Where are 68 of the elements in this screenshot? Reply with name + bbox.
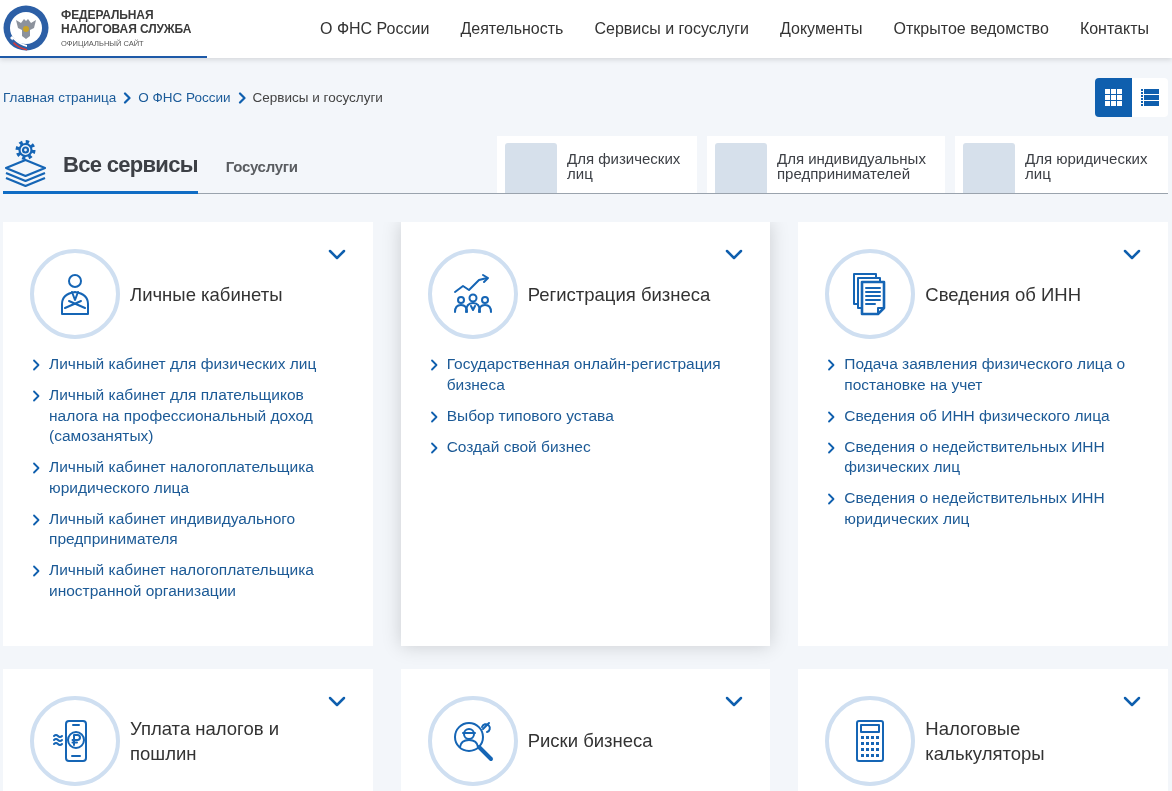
chevron-right-icon	[429, 359, 438, 371]
service-link[interactable]: Личный кабинет налогоплательщика юридического лица	[32, 457, 334, 498]
nav-link[interactable]: Сервисы и госуслуги	[594, 20, 749, 38]
service-link[interactable]: Сведения об ИНН физического лица	[827, 405, 1129, 426]
person-icon	[30, 249, 120, 339]
chevron-right-icon	[827, 410, 836, 423]
service-link[interactable]: Выбор типового устава	[429, 405, 732, 426]
chevron-down-icon[interactable]	[1123, 695, 1141, 707]
breadcrumb-current: Сервисы и госуслуги	[252, 90, 383, 105]
nav-link[interactable]: О ФНС России	[320, 20, 430, 38]
chevron-right-icon	[32, 565, 40, 577]
photo-placeholder	[715, 143, 767, 193]
photo-placeholder	[963, 143, 1015, 193]
chevron-right-icon	[429, 410, 438, 423]
card-title: Личные кабинеты	[130, 282, 283, 307]
service-link[interactable]: Личный кабинет для физических лиц	[32, 354, 334, 375]
grid-view-button[interactable]	[1095, 78, 1132, 117]
nav-link[interactable]: Документы	[780, 20, 863, 38]
chevron-right-icon	[429, 441, 438, 454]
grid-icon	[1104, 89, 1122, 106]
chevron-right-icon	[237, 91, 246, 104]
chevron-right-icon	[827, 493, 836, 505]
card-title: Уплата налогов и пошлин	[130, 716, 281, 766]
photo-placeholder	[505, 143, 557, 193]
chevron-right-icon	[32, 359, 40, 371]
audience-tab[interactable]: Для индивидуальных предпринимателей	[707, 136, 945, 193]
emblem-icon	[3, 5, 49, 51]
breadcrumb-link[interactable]: Главная страница	[3, 90, 117, 105]
chevron-down-icon[interactable]	[1123, 249, 1141, 260]
section-tab[interactable]: Госуслуги	[225, 137, 298, 194]
service-link[interactable]: Сведения о недействительных ИНН юридических лиц	[827, 488, 1129, 529]
chevron-down-icon[interactable]	[725, 695, 744, 707]
chevron-down-icon[interactable]	[725, 249, 744, 260]
list-icon	[1140, 89, 1159, 106]
audience-tab[interactable]: Для юридических лиц	[955, 136, 1168, 193]
service-link[interactable]: Личный кабинет индивидуального предпринимателя	[32, 508, 334, 550]
chevron-right-icon	[827, 359, 836, 371]
service-link[interactable]: Государственная онлайн-регистрация бизнеса	[429, 354, 732, 395]
documents-icon	[825, 249, 916, 339]
chevron-right-icon	[32, 513, 40, 526]
chevron-down-icon[interactable]	[327, 695, 346, 707]
audience-tab[interactable]: Для физических лиц	[497, 136, 697, 193]
card-title: Налоговые калькуляторы	[925, 716, 1046, 766]
nav-link[interactable]: Деятельность	[460, 20, 564, 38]
calculator-icon	[825, 695, 916, 786]
card-title: Сведения об ИНН	[925, 282, 1082, 307]
people-chart-icon	[427, 249, 518, 339]
card-title: Риски бизнеса	[527, 729, 653, 753]
nav-link[interactable]: Контакты	[1079, 20, 1149, 38]
service-link[interactable]: Личный кабинет налогоплательщика иностранной организации	[32, 560, 334, 601]
nav-link[interactable]: Открытое ведомство	[893, 20, 1049, 38]
card-title: Регистрация бизнеса	[527, 282, 711, 307]
magnifier-person-icon	[427, 695, 518, 786]
chevron-right-icon	[123, 91, 132, 104]
service-link[interactable]: Создай свой бизнес	[429, 436, 732, 457]
chevron-right-icon	[827, 441, 836, 454]
chevron-right-icon	[32, 462, 40, 474]
chevron-down-icon[interactable]	[327, 249, 346, 260]
section-tab[interactable]: Все сервисы	[3, 137, 198, 194]
gear-icon	[3, 138, 48, 188]
service-link[interactable]: Подача заявления физического лица о постановке на учет	[827, 354, 1129, 395]
breadcrumb-link[interactable]: О ФНС России	[138, 90, 231, 105]
logo-title: ФЕДЕРАЛЬНАЯ НАЛОГОВАЯ СЛУЖБА	[61, 8, 193, 36]
service-link[interactable]: Личный кабинет для плательщиков налога на профессиональный доход (самозанятых)	[32, 385, 334, 447]
chevron-right-icon	[32, 390, 40, 402]
service-link[interactable]: Сведения о недействительных ИНН физических лиц	[827, 436, 1129, 478]
list-view-button[interactable]	[1131, 78, 1168, 117]
phone-ruble-icon	[30, 695, 120, 786]
